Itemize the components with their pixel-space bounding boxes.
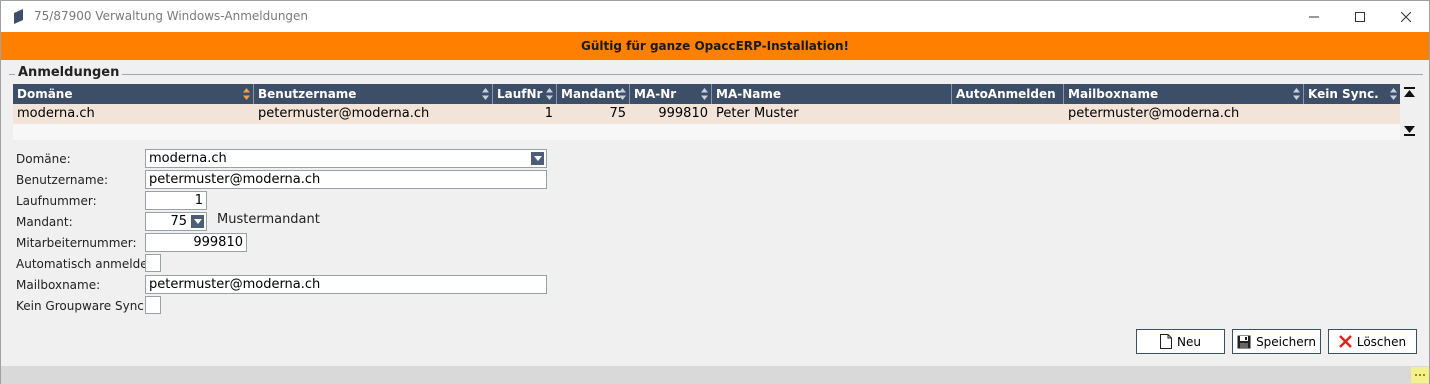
domaene-select[interactable]: moderna.ch — [145, 149, 547, 168]
kein-sync-checkbox[interactable] — [145, 296, 161, 314]
maximize-icon — [1355, 11, 1365, 22]
sort-icon — [546, 88, 553, 100]
group-divider — [9, 74, 1423, 75]
cell-autoanmelden — [952, 104, 1064, 124]
cell-mandant: 75 — [609, 106, 626, 121]
save-disk-icon — [1237, 335, 1251, 348]
benutzername-label: Benutzername: — [16, 173, 109, 187]
sort-icon — [701, 88, 708, 100]
scroll-to-top-icon[interactable] — [1404, 87, 1415, 99]
new-button[interactable]: Neu — [1136, 329, 1225, 354]
maximize-button[interactable] — [1337, 1, 1383, 32]
chevron-down-icon[interactable] — [191, 215, 204, 228]
info-banner: Gültig für ganze OpaccERP-Installation! — [1, 32, 1429, 60]
window-title: 75/87900 Verwaltung Windows-Anmeldungen — [34, 9, 309, 23]
column-header-keinsync[interactable]: Kein Sync. — [1304, 84, 1400, 104]
automatisch-anmelden-label: Automatisch anmelden: — [16, 257, 160, 271]
automatisch-anmelden-checkbox[interactable] — [145, 254, 161, 272]
sort-active-icon — [243, 88, 250, 100]
scroll-to-bottom-icon[interactable] — [1404, 124, 1415, 136]
sort-icon — [619, 88, 626, 100]
cell-benutzername: petermuster@moderna.ch — [258, 106, 430, 121]
new-document-icon — [1160, 334, 1173, 349]
status-bar — [1, 366, 1429, 384]
sort-icon — [1293, 88, 1300, 100]
grid-empty-area — [13, 124, 1400, 140]
grid-scrollbar[interactable] — [1401, 84, 1418, 140]
mailboxname-label: Mailboxname: — [16, 278, 101, 292]
mandant-select[interactable]: 75 — [145, 212, 207, 231]
mailboxname-field[interactable]: petermuster@moderna.ch — [145, 275, 547, 294]
cell-manr: 999810 — [658, 106, 708, 121]
delete-button[interactable]: Löschen — [1328, 329, 1417, 354]
column-header-manr[interactable]: MA-Nr — [630, 84, 712, 104]
banner-text: Gültig für ganze OpaccERP-Installation! — [580, 39, 850, 53]
benutzername-field[interactable]: petermuster@moderna.ch — [145, 170, 547, 189]
minimize-button[interactable] — [1291, 1, 1337, 32]
group-title: Anmeldungen — [15, 65, 123, 80]
laufnummer-label: Laufnummer: — [16, 194, 97, 208]
mitarbeiternummer-field[interactable]: 999810 — [145, 233, 247, 252]
kein-sync-label: Kein Groupware Sync.: — [16, 299, 152, 313]
mitarbeiternummer-label: Mitarbeiternummer: — [16, 236, 137, 250]
table-row[interactable]: moderna.ch petermuster@moderna.ch 1 75 9… — [13, 104, 1400, 124]
column-header-autoanmelden[interactable]: AutoAnmelden — [952, 84, 1064, 104]
resize-grip-icon[interactable] — [1411, 367, 1429, 383]
cell-keinsync — [1304, 104, 1400, 124]
app-logo-icon — [14, 9, 23, 24]
sort-icon — [1390, 88, 1397, 100]
close-icon — [1401, 11, 1411, 22]
mandant-name: Mustermandant — [217, 212, 320, 227]
grid-header: Domäne Benutzername LaufNr Mandant MA-Nr… — [13, 84, 1400, 104]
cell-maname: Peter Muster — [716, 106, 799, 121]
close-button[interactable] — [1383, 1, 1429, 32]
column-header-mailboxname[interactable]: Mailboxname — [1064, 84, 1304, 104]
save-button[interactable]: Speichern — [1232, 329, 1321, 354]
minimize-icon — [1309, 16, 1319, 17]
domaene-label: Domäne: — [16, 152, 71, 166]
delete-x-icon — [1338, 335, 1352, 348]
laufnummer-field[interactable]: 1 — [145, 191, 207, 210]
chevron-down-icon[interactable] — [531, 152, 544, 165]
cell-domaene: moderna.ch — [17, 106, 95, 121]
column-header-maname[interactable]: MA-Name — [712, 84, 952, 104]
cell-laufnr: 1 — [544, 106, 553, 121]
mandant-label: Mandant: — [16, 215, 73, 229]
column-header-mandant[interactable]: Mandant — [557, 84, 630, 104]
title-bar: 75/87900 Verwaltung Windows-Anmeldungen — [1, 1, 1429, 32]
logins-grid: Domäne Benutzername LaufNr Mandant MA-Nr… — [13, 84, 1418, 140]
column-header-benutzername[interactable]: Benutzername — [254, 84, 493, 104]
sort-icon — [482, 88, 489, 100]
cell-mailboxname: petermuster@moderna.ch — [1068, 106, 1240, 121]
main-window: 75/87900 Verwaltung Windows-Anmeldungen … — [0, 0, 1430, 384]
column-header-laufnr[interactable]: LaufNr — [493, 84, 557, 104]
column-header-domaene[interactable]: Domäne — [13, 84, 254, 104]
